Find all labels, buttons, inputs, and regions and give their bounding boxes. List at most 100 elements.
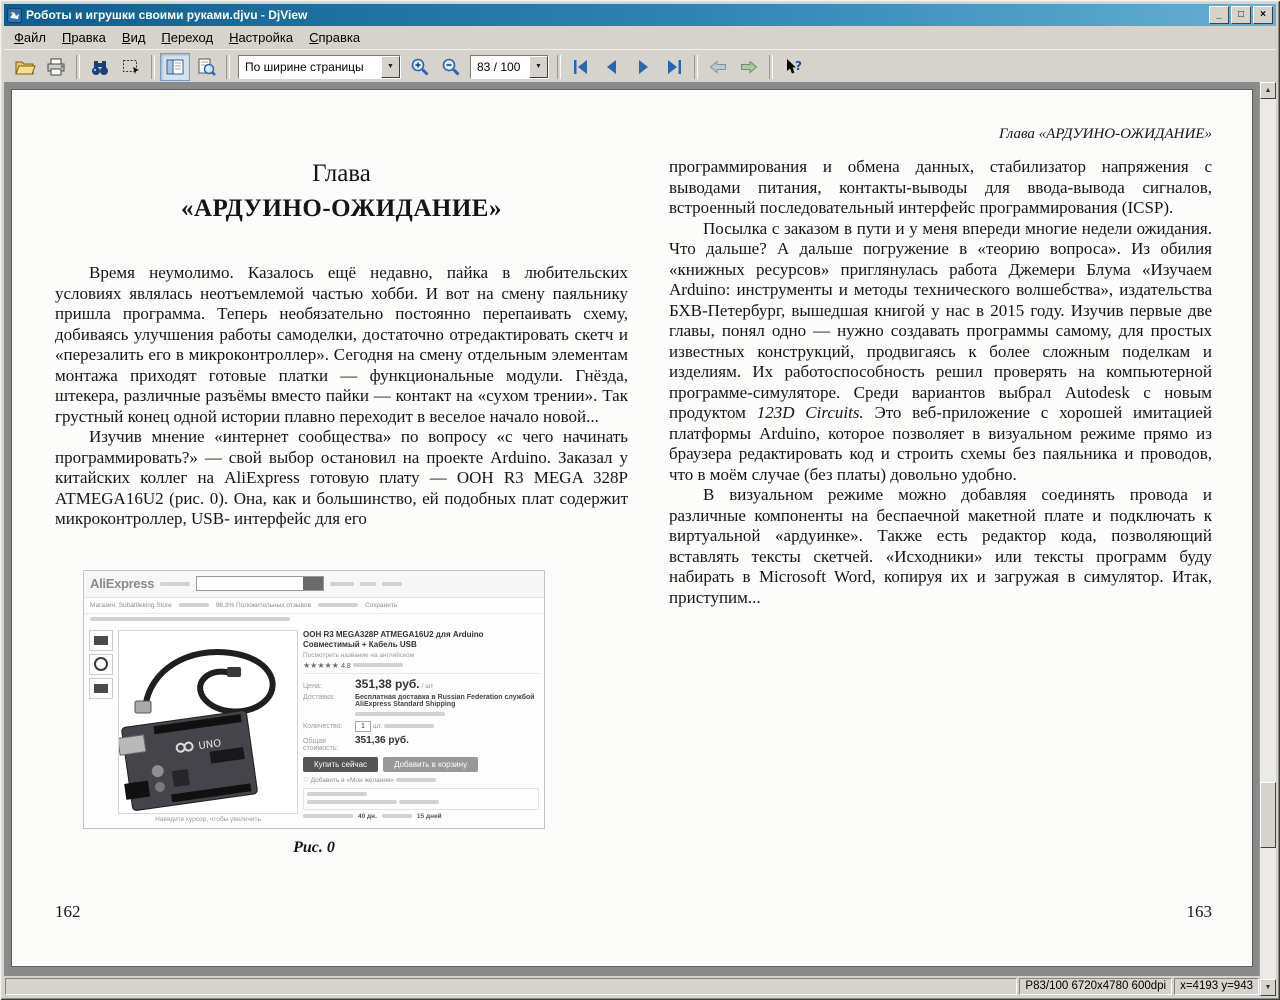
app-icon (7, 8, 22, 23)
text-placeholder-bar (318, 603, 358, 607)
scroll-down-arrow-icon[interactable]: ▼ (1260, 979, 1276, 996)
figure-buyer-protection-box (303, 788, 539, 810)
text-placeholder-bar (307, 792, 367, 796)
minimize-button[interactable]: _ (1209, 6, 1229, 24)
page-zoom-tool-button[interactable] (191, 53, 221, 81)
scrollbar-thumb[interactable] (1260, 782, 1276, 848)
help-cursor-icon: ? (782, 56, 804, 78)
page-number-select[interactable]: 83 / 100 ▼ (470, 55, 549, 79)
figure-aliexpress-screenshot: AliExpress Магазин: Subattleking Store 9… (83, 570, 545, 829)
figure-price-label: Цена: (303, 683, 355, 690)
vertical-scrollbar[interactable]: ▲ ▼ (1259, 82, 1276, 996)
status-cursor-position: x=4193 y=943 (1174, 978, 1259, 995)
scroll-up-arrow-icon[interactable]: ▲ (1260, 82, 1276, 99)
first-page-button[interactable] (566, 53, 596, 81)
print-icon (45, 56, 67, 78)
zoom-dropdown-arrow-icon[interactable]: ▼ (381, 56, 400, 78)
status-page-info: P83/100 6720x4780 600dpi (1019, 978, 1172, 995)
figure-thumbnails (89, 630, 113, 823)
context-help-button[interactable]: ? (778, 53, 808, 81)
open-folder-icon (14, 56, 36, 78)
window-title: Роботы и игрушки своими руками.djvu - Dj… (26, 8, 1205, 22)
menu-edit[interactable]: Правка (54, 27, 114, 48)
figure-main: UNO Наведите курсор, чтобы увеличить OOH… (84, 625, 544, 828)
menu-help[interactable]: Справка (301, 27, 368, 48)
menu-settings[interactable]: Настройка (221, 27, 301, 48)
figure-price-unit: / шт (422, 683, 434, 690)
figure-add-to-cart-button: Добавить в корзину (383, 757, 478, 772)
text-placeholder-bar (90, 617, 290, 621)
menu-view[interactable]: Вид (114, 27, 154, 48)
text-placeholder-bar (399, 800, 439, 804)
paragraph: программирования и обмена данных, стабил… (669, 157, 1212, 219)
previous-page-button[interactable] (597, 53, 627, 81)
text-placeholder-bar (303, 814, 353, 818)
find-button[interactable] (85, 53, 115, 81)
paragraph: Изучив мнение «интернет сообщества» по в… (55, 427, 628, 530)
history-back-button[interactable] (703, 53, 733, 81)
zoom-out-button[interactable] (436, 53, 466, 81)
toolbar-separator (557, 55, 561, 79)
toolbar-separator (226, 55, 230, 79)
status-message-area (5, 978, 1017, 995)
figure-hover-zoom-hint: Наведите курсор, чтобы увеличить (118, 816, 298, 823)
figure-wishlist-link: ♡ Добавить в «Мои желания» (303, 777, 394, 784)
figure-quantity-row: Количество: 1 шт. (303, 721, 539, 732)
figure-quantity-unit: шт. (373, 723, 382, 730)
print-button[interactable] (41, 53, 71, 81)
paragraph-text: Посылка с заказом в пути и у меня вперед… (669, 219, 1212, 423)
select-button[interactable] (116, 53, 146, 81)
close-button[interactable]: × (1253, 6, 1273, 24)
figure-caption: Рис. 0 (83, 839, 545, 857)
document-area[interactable]: Глава «АРДУИНО-ОЖИДАНИЕ» Время неумолимо… (4, 82, 1260, 976)
figure-thumbnail (89, 654, 113, 675)
figure-header-row: AliExpress (84, 571, 544, 598)
figure-total-row: Общая стоимость: 351,36 руб. (303, 735, 539, 752)
paragraph: В визуальном режиме можно добавляя соеди… (669, 485, 1212, 608)
next-page-button[interactable] (628, 53, 658, 81)
forward-arrow-icon (738, 56, 760, 78)
last-page-icon (663, 56, 685, 78)
arduino-board-photo-drawing: UNO (119, 631, 297, 813)
figure-shipping-value: Бесплатная доставка в Russian Federation… (355, 694, 539, 708)
binoculars-icon (89, 56, 111, 78)
window-controls: _ □ × (1209, 6, 1273, 24)
book-page-left: Глава «АРДУИНО-ОЖИДАНИЕ» Время неумолимо… (55, 90, 628, 966)
figure-rating-row: ★★★★★ 4.8 (303, 661, 539, 670)
history-forward-button[interactable] (734, 53, 764, 81)
menu-file[interactable]: Файл (6, 27, 54, 48)
aliexpress-logo: AliExpress (90, 576, 154, 591)
figure-product-title: OOH R3 MEGA328P ATMEGA16U2 для Arduino С… (303, 630, 539, 650)
figure-save-link: Сохранить (365, 602, 397, 609)
figure-english-name-link: Посмотреть название на английском (303, 652, 539, 659)
maximize-button[interactable]: □ (1231, 6, 1251, 24)
figure-quantity-input: 1 (355, 721, 371, 732)
sidebar-panel-icon (164, 56, 186, 78)
last-page-button[interactable] (659, 53, 689, 81)
toolbar-separator (151, 55, 155, 79)
text-placeholder-bar (384, 724, 434, 728)
text-placeholder-bar (179, 603, 209, 607)
page-number-value: 83 / 100 (471, 56, 529, 78)
zoom-mode-select[interactable]: По ширине страницы ▼ (238, 55, 401, 79)
menu-go[interactable]: Переход (153, 27, 221, 48)
back-arrow-icon (707, 56, 729, 78)
title-bar[interactable]: Роботы и игрушки своими руками.djvu - Dj… (4, 4, 1276, 26)
page-spread: Глава «АРДУИНО-ОЖИДАНИЕ» Время неумолимо… (12, 90, 1252, 966)
zoom-in-button[interactable] (405, 53, 435, 81)
figure-breadcrumb (84, 614, 544, 625)
zoom-mode-value: По ширине страницы (239, 56, 381, 78)
page-magnifier-icon (195, 56, 217, 78)
status-bar: P83/100 6720x4780 600dpi x=4193 y=943 (4, 976, 1260, 996)
text-placeholder-bar (360, 582, 376, 586)
djview-window: Роботы и игрушки своими руками.djvu - Dj… (0, 0, 1280, 1000)
paragraph: Время неумолимо. Казалось ещё недавно, п… (55, 263, 628, 427)
figure-quantity-label: Количество: (303, 723, 355, 730)
text-placeholder-bar (330, 582, 354, 586)
sidebar-toggle-button[interactable] (160, 53, 190, 81)
figure-divider (303, 673, 539, 674)
figure-shipping-eta-row (303, 711, 539, 718)
page-dropdown-arrow-icon[interactable]: ▼ (529, 56, 548, 78)
figure-rating-value: 4.8 (341, 663, 351, 670)
open-button[interactable] (10, 53, 40, 81)
